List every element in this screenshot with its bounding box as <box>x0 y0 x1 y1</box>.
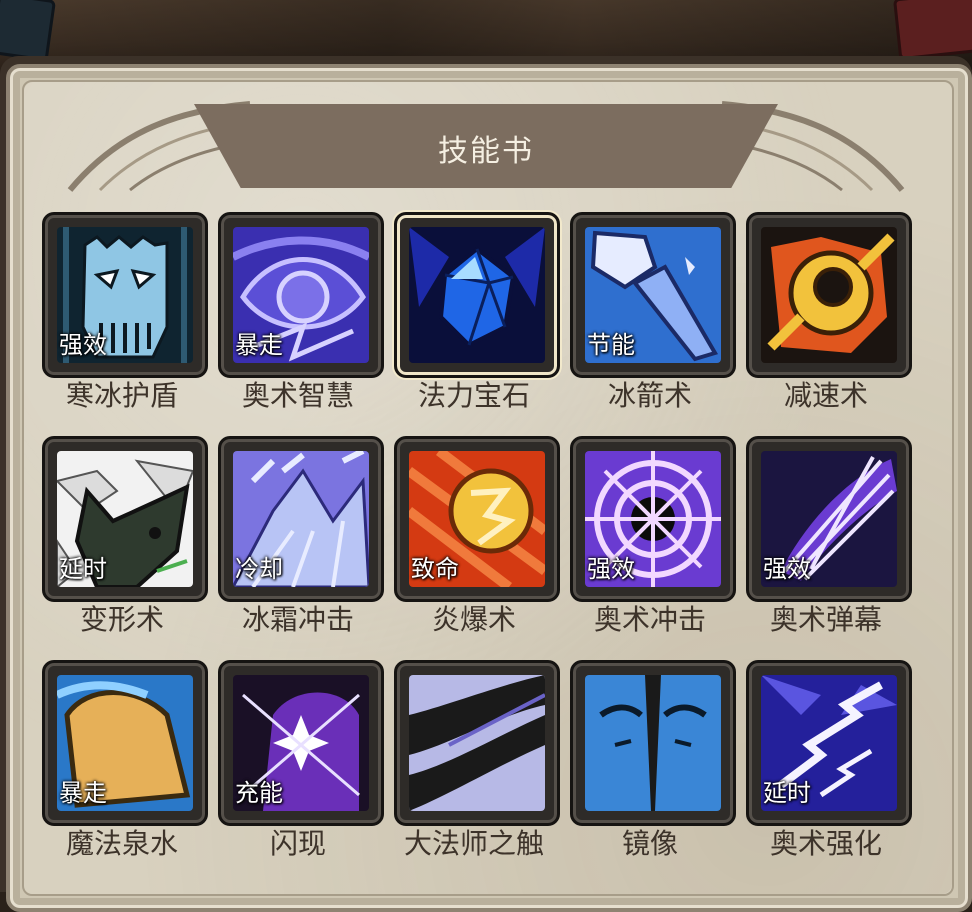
skill-modifier-tag: 冷却 <box>235 555 283 583</box>
skill-slot[interactable]: 强效 <box>746 436 912 602</box>
skill-slot[interactable]: 延时 <box>746 660 912 826</box>
skill-name-label: 镜像 <box>621 827 678 860</box>
skill-name-label: 奥术冲击 <box>593 603 706 636</box>
skill-name-label: 奥术智慧 <box>241 379 354 412</box>
skill-name-label: 奥术强化 <box>769 827 882 860</box>
skill-slot[interactable]: 延时 <box>42 436 208 602</box>
skill-modifier-tag: 致命 <box>411 555 459 583</box>
skill-slot[interactable] <box>394 212 560 378</box>
skill-slot[interactable] <box>570 660 736 826</box>
skill-name-label: 减速术 <box>783 379 868 412</box>
skill-name-label: 寒冰护盾 <box>65 379 178 412</box>
skill-slot[interactable] <box>394 660 560 826</box>
background-book-right <box>892 0 972 61</box>
skill-modifier-tag: 延时 <box>763 779 811 807</box>
skill-modifier-tag: 节能 <box>587 331 635 359</box>
skill-modifier-tag: 暴走 <box>235 331 283 359</box>
mirror-image-icon <box>585 675 721 811</box>
skill-name-label: 大法师之触 <box>403 827 544 860</box>
mana-gem-icon <box>409 227 545 363</box>
skill-name-label: 冰箭术 <box>607 379 692 412</box>
chain-ring-icon <box>761 227 897 363</box>
skill-name-label: 闪现 <box>269 827 326 860</box>
skill-name-label: 法力宝石 <box>417 379 530 412</box>
skill-slot[interactable]: 暴走 <box>218 212 384 378</box>
skill-slot[interactable]: 强效 <box>42 212 208 378</box>
skill-slot[interactable]: 充能 <box>218 660 384 826</box>
skill-modifier-tag: 延时 <box>59 555 107 583</box>
skill-name-label: 奥术弹幕 <box>769 603 882 636</box>
skill-slot[interactable]: 冷却 <box>218 436 384 602</box>
skill-name-label: 冰霜冲击 <box>241 603 354 636</box>
skill-modifier-tag: 充能 <box>235 779 283 807</box>
skill-modifier-tag: 强效 <box>59 331 107 359</box>
archmage-touch-icon <box>409 675 545 811</box>
skill-slot[interactable] <box>746 212 912 378</box>
skill-name-label: 变形术 <box>79 603 164 636</box>
skill-name-label: 炎爆术 <box>431 603 516 636</box>
skill-slot[interactable]: 节能 <box>570 212 736 378</box>
skill-slot[interactable]: 强效 <box>570 436 736 602</box>
skill-modifier-tag: 强效 <box>763 555 811 583</box>
background-object-left <box>0 0 57 62</box>
skill-name-label: 魔法泉水 <box>65 827 178 860</box>
skill-modifier-tag: 强效 <box>587 555 635 583</box>
skill-slot[interactable]: 暴走 <box>42 660 208 826</box>
skill-modifier-tag: 暴走 <box>59 779 107 807</box>
skill-slot[interactable]: 致命 <box>394 436 560 602</box>
panel-title: 技能书 <box>438 134 534 169</box>
